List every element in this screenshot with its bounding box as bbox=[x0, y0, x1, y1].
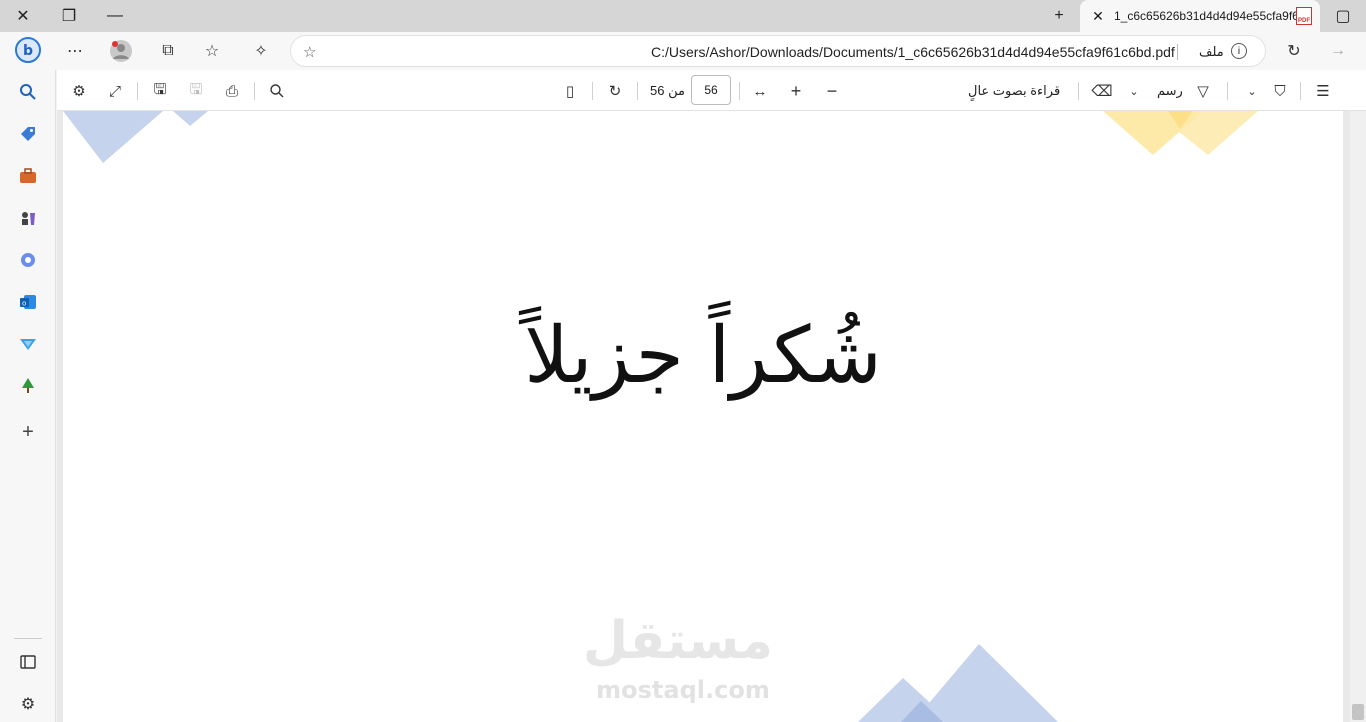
pdf-viewer[interactable]: شُكراً جزيلاً مستقل mostaql.com bbox=[57, 111, 1366, 722]
address-separator bbox=[1177, 44, 1178, 60]
add-favorite-icon[interactable]: ☆ bbox=[303, 43, 316, 61]
toolbar-separator bbox=[137, 82, 138, 100]
sidebar-settings-icon[interactable]: ⚙ bbox=[14, 690, 42, 718]
scrollbar-thumb[interactable] bbox=[1352, 704, 1364, 720]
copilot-icon[interactable] bbox=[14, 246, 42, 274]
profile-avatar[interactable] bbox=[106, 36, 136, 66]
restore-window-button[interactable]: ❐ bbox=[46, 0, 92, 32]
extensions-icon[interactable]: ✧ bbox=[246, 36, 276, 66]
file-scheme-label: ملف bbox=[1199, 44, 1224, 59]
highlight-options-chevron-icon[interactable]: ⌄ bbox=[1240, 79, 1264, 103]
pdf-page: شُكراً جزيلاً مستقل mostaql.com bbox=[63, 111, 1343, 722]
thank-you-calligraphy: شُكراً جزيلاً bbox=[524, 311, 882, 401]
zoom-out-icon[interactable]: − bbox=[820, 79, 844, 103]
svg-text:b: b bbox=[23, 43, 33, 59]
blue-triangle-top-left bbox=[63, 111, 163, 163]
page-view-icon[interactable]: ▯ bbox=[558, 79, 582, 103]
games-chess-icon[interactable] bbox=[14, 204, 42, 232]
forward-icon[interactable]: → bbox=[1323, 36, 1353, 66]
watermark-arabic: مستقل bbox=[582, 611, 773, 671]
tools-briefcase-icon[interactable] bbox=[14, 162, 42, 190]
pdf-toolbar: ⚙ ⤢ 🖫 🖫 ⎙ ▯ ↻ من 56 56 ↔ + − قراءة بصوت … bbox=[57, 70, 1366, 111]
active-tab[interactable]: ✕ 1_c6c65626b31d4d4d94e55cfa9f61c6bd.pdf… bbox=[1080, 0, 1320, 32]
site-info-icon[interactable]: i bbox=[1231, 43, 1247, 59]
vertical-scrollbar[interactable] bbox=[1350, 111, 1366, 722]
toolbar-separator bbox=[739, 82, 740, 100]
bing-icon[interactable]: b bbox=[12, 34, 44, 66]
zoom-in-icon[interactable]: + bbox=[784, 79, 808, 103]
collections-icon[interactable]: ⧉ bbox=[153, 36, 183, 66]
more-options-icon[interactable]: ⋯ bbox=[60, 36, 90, 66]
outlook-icon[interactable]: o bbox=[14, 288, 42, 316]
browser-toolbar: b ⋯ ⧉ ☆ ✧ ☆ C:/Users/Ashor/Downloads/Doc… bbox=[0, 32, 1366, 70]
toolbar-separator bbox=[1300, 82, 1301, 100]
add-sidebar-app-icon[interactable]: + bbox=[14, 418, 42, 446]
blue-triangle-bottom-right bbox=[913, 644, 1058, 722]
new-tab-button[interactable]: + bbox=[1036, 0, 1082, 32]
pdf-settings-icon[interactable]: ⚙ bbox=[67, 79, 91, 103]
address-bar[interactable]: ☆ C:/Users/Ashor/Downloads/Documents/1_c… bbox=[290, 35, 1266, 67]
tab-actions-icon[interactable]: ▢ bbox=[1320, 0, 1366, 32]
toolbar-separator bbox=[254, 82, 255, 100]
draw-options-chevron-icon[interactable]: ⌄ bbox=[1122, 79, 1146, 103]
drop-send-icon[interactable] bbox=[14, 330, 42, 358]
close-window-button[interactable]: ✕ bbox=[0, 0, 46, 32]
toolbar-separator bbox=[592, 82, 593, 100]
tree-icon[interactable] bbox=[14, 372, 42, 400]
title-bar: ✕ ❐ — + ✕ 1_c6c65626b31d4d4d94e55cfa9f61… bbox=[0, 0, 1366, 32]
watermark-url: mostaql.com bbox=[596, 676, 770, 704]
address-url[interactable]: C:/Users/Ashor/Downloads/Documents/1_c6c… bbox=[651, 44, 1175, 60]
sidebar-divider bbox=[14, 638, 42, 639]
refresh-icon[interactable]: ↻ bbox=[1279, 36, 1309, 66]
draw-button[interactable]: رسم bbox=[1157, 83, 1183, 99]
favorites-icon[interactable]: ☆ bbox=[197, 36, 227, 66]
highlight-icon[interactable]: ⛉ bbox=[1268, 79, 1292, 103]
save-as-icon[interactable]: 🖫 bbox=[148, 79, 172, 103]
sidebar: o + ⚙ bbox=[0, 70, 56, 722]
save-icon[interactable]: 🖫 bbox=[184, 79, 208, 103]
find-icon[interactable] bbox=[265, 79, 289, 103]
read-aloud-button[interactable]: قراءة بصوت عالٍ bbox=[968, 83, 1060, 99]
fullscreen-icon[interactable]: ⤢ bbox=[103, 79, 127, 103]
rotate-icon[interactable]: ↻ bbox=[603, 79, 627, 103]
shopping-tag-icon[interactable] bbox=[14, 120, 42, 148]
fit-width-icon[interactable]: ↔ bbox=[748, 79, 772, 103]
blue-triangle-top-small bbox=[173, 111, 208, 126]
print-icon[interactable]: ⎙ bbox=[220, 79, 244, 103]
toolbar-separator bbox=[1078, 82, 1079, 100]
eraser-icon[interactable]: ⌫ bbox=[1090, 79, 1114, 103]
minimize-window-button[interactable]: — bbox=[92, 0, 138, 32]
hide-sidebar-icon[interactable] bbox=[14, 648, 42, 676]
draw-pen-icon[interactable]: ▽ bbox=[1191, 79, 1215, 103]
page-count-label: من 56 bbox=[650, 83, 685, 98]
close-tab-icon[interactable]: ✕ bbox=[1088, 8, 1108, 25]
search-icon[interactable] bbox=[14, 78, 42, 106]
svg-text:o: o bbox=[22, 300, 26, 308]
pdf-file-icon: PDF bbox=[1296, 7, 1312, 25]
tab-title: 1_c6c65626b31d4d4d94e55cfa9f61c6bd.pdf bbox=[1114, 9, 1296, 23]
page-number-input[interactable]: 56 bbox=[691, 75, 731, 105]
contents-list-icon[interactable]: ☰ bbox=[1311, 79, 1335, 103]
toolbar-separator bbox=[637, 82, 638, 100]
toolbar-separator bbox=[1227, 82, 1228, 100]
